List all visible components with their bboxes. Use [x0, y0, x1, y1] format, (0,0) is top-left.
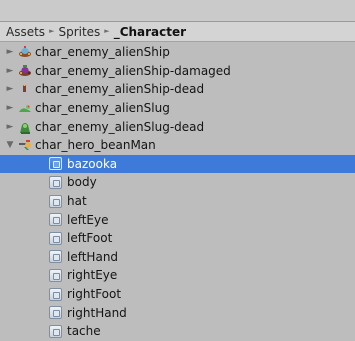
- tree-item-bean-man[interactable]: ▼ char_hero_beanMan: [0, 136, 355, 155]
- tree-child-right-eye[interactable]: rightEye: [0, 266, 355, 285]
- tree-child-label: rightHand: [67, 305, 127, 320]
- tree-item-label: char_enemy_alienSlug: [35, 101, 170, 116]
- tree-child-label: leftEye: [67, 212, 109, 227]
- tree-child-left-hand[interactable]: leftHand: [0, 248, 355, 267]
- tree-item-alien-ship-damaged[interactable]: ► char_enemy_alienShip-damaged: [0, 62, 355, 81]
- tree-child-left-eye[interactable]: leftEye: [0, 210, 355, 229]
- tree-child-body[interactable]: body: [0, 173, 355, 192]
- breadcrumb-character[interactable]: _Character: [114, 25, 186, 39]
- asset-tree: ► char_enemy_alienShip ► char_enemy_alie…: [0, 43, 355, 341]
- breadcrumb-separator-icon: ►: [49, 26, 55, 35]
- tree-child-label: bazooka: [67, 156, 118, 171]
- alien-slug-icon: [19, 105, 31, 113]
- tree-item-label: char_enemy_alienSlug-dead: [35, 119, 205, 134]
- expand-arrow-icon[interactable]: ►: [5, 122, 15, 132]
- tree-item-label: char_enemy_alienShip: [35, 45, 170, 60]
- sprite-icon: [49, 231, 62, 245]
- tree-child-left-foot[interactable]: leftFoot: [0, 229, 355, 248]
- tree-child-label: body: [67, 175, 97, 190]
- alien-slug-dead-icon: [20, 122, 30, 134]
- sprite-icon: [49, 250, 62, 264]
- sprite-icon: [49, 175, 62, 189]
- sprite-icon: [49, 306, 62, 320]
- bean-man-icon: [19, 140, 31, 151]
- breadcrumb: Assets ► Sprites ► _Character: [0, 22, 355, 42]
- tree-child-label: hat: [67, 194, 87, 209]
- tree-child-right-foot[interactable]: rightFoot: [0, 285, 355, 304]
- tree-child-hat[interactable]: hat: [0, 192, 355, 211]
- tree-item-alien-ship[interactable]: ► char_enemy_alienShip: [0, 43, 355, 62]
- tree-child-label: rightEye: [67, 268, 118, 283]
- tree-child-label: leftHand: [67, 249, 119, 264]
- breadcrumb-separator-icon: ►: [104, 26, 110, 35]
- tree-item-alien-slug-dead[interactable]: ► char_enemy_alienSlug-dead: [0, 117, 355, 136]
- tree-item-label: char_enemy_alienShip-damaged: [35, 63, 231, 78]
- sprite-icon: [49, 213, 62, 227]
- expand-arrow-icon[interactable]: ►: [5, 84, 15, 94]
- alien-ship-dead-icon: [23, 84, 26, 93]
- tree-child-label: leftFoot: [67, 231, 113, 246]
- tree-child-label: tache: [67, 324, 101, 339]
- breadcrumb-assets[interactable]: Assets: [6, 25, 45, 39]
- collapse-arrow-icon[interactable]: ▼: [5, 140, 15, 150]
- tree-item-alien-slug[interactable]: ► char_enemy_alienSlug: [0, 99, 355, 118]
- sprite-icon: [49, 287, 62, 301]
- tree-child-tache[interactable]: tache: [0, 322, 355, 341]
- tree-item-label: char_enemy_alienShip-dead: [35, 82, 205, 97]
- breadcrumb-sprites[interactable]: Sprites: [58, 25, 100, 39]
- tree-child-label: rightFoot: [67, 287, 122, 302]
- tree-child-right-hand[interactable]: rightHand: [0, 303, 355, 322]
- sprite-icon: [49, 194, 62, 208]
- sprite-icon: [49, 268, 62, 282]
- alien-ship-damaged-icon: [19, 64, 31, 76]
- panel-toolbar-strip: [0, 0, 355, 22]
- tree-item-label: char_hero_beanMan: [35, 138, 156, 153]
- sprite-icon: [49, 157, 62, 171]
- expand-arrow-icon[interactable]: ►: [5, 103, 15, 113]
- project-browser-panel: Assets ► Sprites ► _Character ► char_ene…: [0, 0, 355, 338]
- expand-arrow-icon[interactable]: ►: [5, 66, 15, 76]
- tree-child-bazooka[interactable]: bazooka: [0, 154, 355, 174]
- expand-arrow-icon[interactable]: ►: [5, 47, 15, 57]
- tree-item-alien-ship-dead[interactable]: ► char_enemy_alienShip-dead: [0, 80, 355, 99]
- alien-ship-icon: [19, 46, 31, 58]
